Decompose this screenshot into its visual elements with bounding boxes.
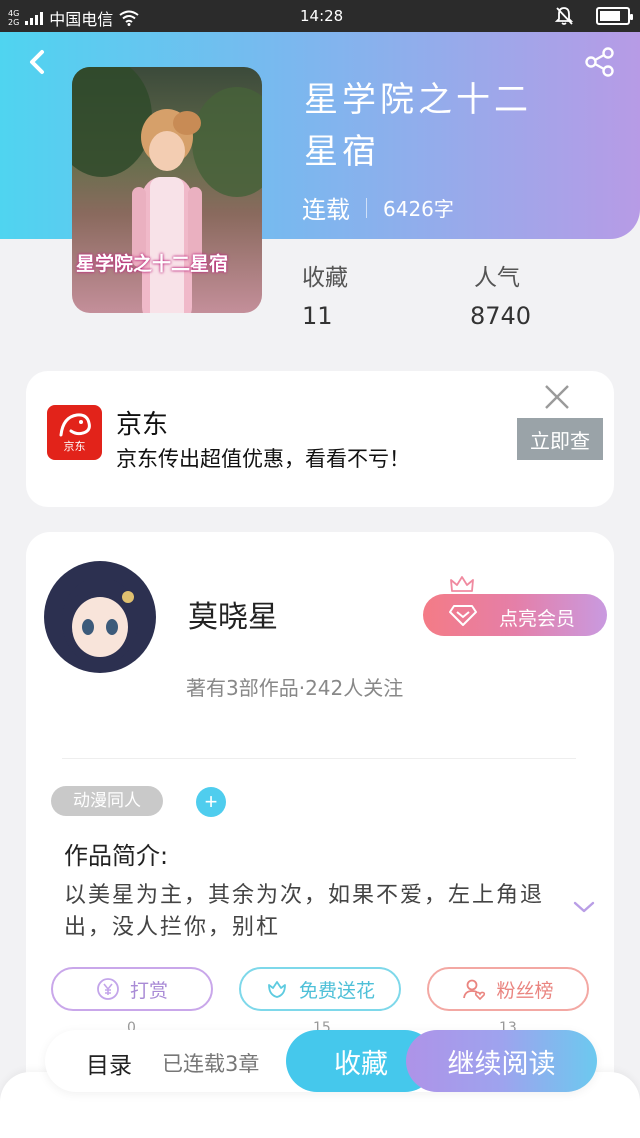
status-time: 14:28 [300, 7, 344, 25]
book-title: 星学院之十二星宿 [304, 80, 532, 172]
fans-ranking-label: 粉丝榜 [496, 979, 554, 1002]
battery-level [600, 11, 620, 21]
free-flower-label: 免费送花 [298, 979, 375, 1002]
continue-reading-button[interactable]: 继续阅读 [406, 1030, 597, 1092]
user-heart-icon [463, 979, 486, 1001]
favorites-label: 收藏 [302, 265, 348, 291]
back-icon[interactable] [22, 44, 52, 80]
status-right [554, 6, 633, 26]
share-icon[interactable] [584, 46, 616, 78]
jd-logo-text: 京东 [63, 440, 86, 453]
book-status: 连载 [302, 196, 350, 224]
vip-button-label: 点亮会员 [499, 609, 576, 630]
network-type: 4G 2G [8, 9, 19, 27]
ad-description: 京东传出超值优惠，看看不亏！ [116, 447, 410, 471]
reward-label: 打赏 [129, 979, 168, 1002]
book-cover[interactable]: 星学院之十二星宿 [72, 67, 262, 313]
diamond-icon [449, 605, 477, 626]
wifi-icon [119, 10, 139, 26]
coin-icon [97, 978, 119, 1000]
crown-icon [450, 576, 474, 592]
cover-title: 星学院之十二星宿 [76, 253, 229, 275]
intro-text: 以美星为主，其余为次，如果不爱，左上角退出，没人拦你，别杠 [64, 883, 545, 940]
signal-icon [25, 11, 44, 25]
add-tag-button[interactable]: + [196, 787, 226, 817]
avatar-illustration [62, 577, 138, 665]
status-bar: 4G 2G 中国电信 14:28 [0, 0, 640, 32]
network-type-1: 4G [8, 9, 20, 18]
fans-ranking-button[interactable]: 粉丝榜 [427, 967, 589, 1011]
popularity-label: 人气 [474, 265, 520, 291]
network-type-2: 2G [8, 18, 20, 27]
author-avatar[interactable] [44, 561, 156, 673]
book-meta: 连载 6426字 [302, 190, 454, 225]
table-of-contents-button[interactable]: 目录 [86, 1046, 132, 1080]
book-word-count: 6426字 [383, 197, 454, 221]
genre-tag[interactable]: 动漫同人 [51, 786, 163, 816]
free-flower-button[interactable]: 免费送花 [239, 967, 401, 1011]
cover-character-illustration [132, 109, 202, 313]
ad-cta-button[interactable]: 立即查 [517, 418, 603, 460]
chapter-count: 已连载3章 [162, 1052, 260, 1076]
jd-logo: 京东 [47, 405, 102, 460]
flower-icon [268, 981, 286, 998]
divider [62, 758, 576, 759]
favorites-value: 11 [302, 302, 333, 330]
chevron-down-icon[interactable] [572, 898, 596, 916]
close-icon[interactable] [544, 384, 570, 410]
battery-icon [596, 7, 633, 25]
meta-separator [366, 197, 367, 218]
popularity-value: 8740 [470, 302, 532, 330]
intro-title: 作品简介: [64, 842, 169, 870]
status-left: 4G 2G 中国电信 [8, 6, 139, 30]
ad-title: 京东 [116, 410, 169, 440]
bell-muted-icon [554, 7, 574, 25]
reward-button[interactable]: 打赏 [51, 967, 213, 1011]
author-stats: 著有3部作品·242人关注 [186, 676, 404, 700]
carrier-name: 中国电信 [49, 10, 114, 29]
author-name: 莫晓星 [188, 600, 278, 635]
